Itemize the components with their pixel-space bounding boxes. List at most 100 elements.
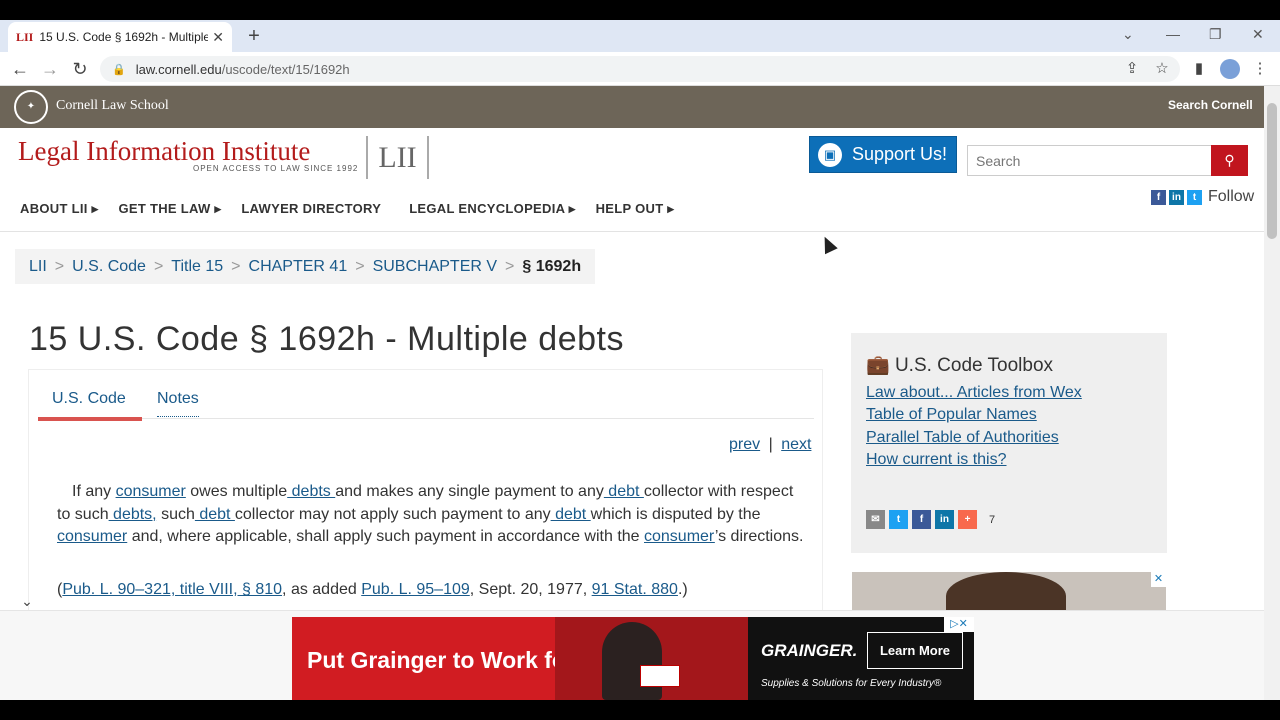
- search-cornell-link[interactable]: Search Cornell: [1168, 98, 1253, 112]
- lii-logo-tagline: OPEN ACCESS TO LAW SINCE 1992: [193, 164, 359, 173]
- breadcrumb-separator: >: [355, 257, 365, 275]
- follow-label[interactable]: Follow: [1208, 188, 1254, 206]
- menu-kebab-icon[interactable]: ⋮: [1250, 58, 1270, 80]
- statute-text-segment: owes multiple: [185, 483, 288, 500]
- citation-link-pub-l-90-321[interactable]: Pub. L. 90–321, title VIII, § 810: [62, 581, 282, 598]
- toolbox-link-popular-names[interactable]: Table of Popular Names: [866, 406, 1037, 424]
- definition-link-consumer[interactable]: consumer: [57, 528, 127, 545]
- more-share-icon[interactable]: +: [958, 510, 977, 529]
- twitter-icon[interactable]: t: [1187, 189, 1202, 205]
- os-bottom-bar: [0, 700, 1280, 720]
- search-button[interactable]: ⚲: [1211, 145, 1248, 176]
- active-tab-indicator: [38, 417, 142, 421]
- linkedin-share-icon[interactable]: in: [935, 510, 954, 529]
- breadcrumb-us-code[interactable]: U.S. Code: [72, 258, 146, 276]
- toolbox-link-wex[interactable]: Law about... Articles from Wex: [866, 384, 1082, 402]
- toolbox-title: 💼 U.S. Code Toolbox: [866, 353, 1053, 377]
- source-citation: (Pub. L. 90–321, title VIII, § 810, as a…: [57, 581, 688, 599]
- share-buttons: ✉ t f in + 7: [866, 510, 995, 529]
- ad-box-image: [640, 665, 680, 687]
- breadcrumb-current: § 1692h: [522, 257, 582, 275]
- side-panel-icon[interactable]: ▮: [1189, 58, 1209, 80]
- social-follow: f in t Follow: [1151, 188, 1254, 206]
- statute-text-segment: and makes any single payment to any: [335, 483, 604, 500]
- support-us-button[interactable]: ▣ Support Us!: [809, 136, 957, 173]
- reload-icon[interactable]: ↻: [69, 58, 91, 80]
- new-tab-button[interactable]: +: [244, 24, 264, 48]
- definition-link-debt[interactable]: debt: [604, 483, 644, 500]
- facebook-share-icon[interactable]: f: [912, 510, 931, 529]
- lii-favicon: LII: [16, 29, 34, 44]
- grainger-logo: GRAINGER.: [761, 641, 858, 660]
- definition-link-debt[interactable]: debt: [551, 506, 591, 523]
- ad-worker-image: [602, 622, 662, 700]
- cornell-law-school-link[interactable]: Cornell Law School: [56, 98, 169, 114]
- breadcrumb-lii[interactable]: LII: [29, 258, 47, 276]
- breadcrumb-title-15[interactable]: Title 15: [171, 258, 223, 276]
- breadcrumb-chapter-41[interactable]: CHAPTER 41: [249, 258, 348, 276]
- page-title: 15 U.S. Code § 1692h - Multiple debts: [29, 320, 624, 358]
- statute-text-segment: collector may not apply such payment to …: [234, 505, 551, 523]
- gift-icon: ▣: [818, 142, 842, 167]
- definition-link-debts[interactable]: debts: [287, 483, 335, 500]
- definition-link-consumer[interactable]: consumer: [116, 483, 186, 500]
- statute-text-segment: such: [156, 505, 195, 523]
- bookmark-star-icon[interactable]: ☆: [1152, 58, 1172, 80]
- nav-about-lii[interactable]: ABOUT LII ▸: [20, 201, 98, 217]
- citation-text: , Sept. 20, 1977,: [469, 581, 592, 598]
- toolbox-link-how-current[interactable]: How current is this?: [866, 451, 1007, 469]
- breadcrumb-subchapter-v[interactable]: SUBCHAPTER V: [373, 258, 497, 276]
- browser-tab[interactable]: LII 15 U.S. Code § 1692h - Multiple d ✕: [8, 22, 232, 52]
- nav-help-out[interactable]: HELP OUT ▸: [596, 201, 675, 217]
- scrollbar-thumb[interactable]: [1267, 103, 1277, 239]
- nav-lawyer-directory[interactable]: LAWYER DIRECTORY: [241, 201, 381, 217]
- facebook-icon[interactable]: f: [1151, 189, 1166, 205]
- tab-us-code[interactable]: U.S. Code: [52, 390, 126, 408]
- tab-title: 15 U.S. Code § 1692h - Multiple d: [39, 30, 209, 44]
- nav-legal-encyclopedia[interactable]: LEGAL ENCYCLOPEDIA ▸: [409, 201, 575, 217]
- share-icon[interactable]: ⇪: [1122, 58, 1142, 80]
- collapse-ad-chevron-icon[interactable]: ⌄: [18, 593, 36, 611]
- ad-tagline: Supplies & Solutions for Every Industry®: [761, 678, 942, 689]
- ad-close-icon[interactable]: ✕: [1151, 572, 1166, 587]
- cornell-seal-icon[interactable]: ✦: [14, 90, 48, 124]
- tab-notes[interactable]: Notes: [157, 390, 199, 417]
- definition-link-debts[interactable]: debts,: [109, 506, 157, 523]
- share-count: 7: [989, 513, 996, 526]
- citation-link-91-stat-880[interactable]: 91 Stat. 880: [592, 581, 678, 598]
- forward-icon[interactable]: →: [39, 58, 61, 80]
- minimize-icon[interactable]: —: [1166, 26, 1180, 42]
- definition-link-consumer[interactable]: consumer: [644, 528, 715, 545]
- breadcrumb-separator: >: [54, 257, 65, 275]
- pager: prev | next: [729, 436, 811, 454]
- cornell-header-bar: [0, 86, 1264, 128]
- briefcase-icon: 💼: [866, 355, 890, 376]
- learn-more-button[interactable]: Learn More: [867, 632, 963, 669]
- lii-logo-mark[interactable]: LII: [366, 136, 429, 179]
- citation-link-pub-l-95-109[interactable]: Pub. L. 95–109: [361, 581, 470, 598]
- restore-icon[interactable]: ❐: [1209, 26, 1222, 43]
- url-path: /uscode/text/15/1692h: [221, 61, 350, 77]
- nav-get-the-law[interactable]: GET THE LAW ▸: [118, 201, 221, 217]
- twitter-share-icon[interactable]: t: [889, 510, 908, 529]
- next-link[interactable]: next: [781, 436, 811, 453]
- tab-search-icon[interactable]: ⌄: [1122, 26, 1134, 43]
- definition-link-debt[interactable]: debt: [195, 506, 235, 523]
- statute-text-segment: which is disputed by the: [590, 505, 761, 523]
- nav-divider: [0, 231, 1264, 232]
- profile-avatar[interactable]: [1220, 59, 1240, 79]
- back-icon[interactable]: ←: [9, 58, 31, 80]
- search-input[interactable]: [967, 145, 1212, 176]
- email-share-icon[interactable]: ✉: [866, 510, 885, 529]
- pager-separator: |: [768, 436, 773, 453]
- tab-close-icon[interactable]: ✕: [212, 29, 224, 46]
- address-bar[interactable]: 🔒 law.cornell.edu/uscode/text/15/1692h: [100, 56, 1180, 82]
- linkedin-icon[interactable]: in: [1169, 189, 1184, 205]
- breadcrumb: LII > U.S. Code > Title 15 > CHAPTER 41 …: [15, 249, 596, 284]
- prev-link[interactable]: prev: [729, 436, 760, 453]
- lii-logo-title[interactable]: Legal Information Institute: [18, 136, 310, 167]
- adchoices-close-icon[interactable]: ▷✕: [944, 617, 974, 632]
- tabs-divider: [38, 418, 814, 419]
- window-close-icon[interactable]: ✕: [1252, 26, 1264, 43]
- toolbox-link-parallel-table[interactable]: Parallel Table of Authorities: [866, 429, 1059, 447]
